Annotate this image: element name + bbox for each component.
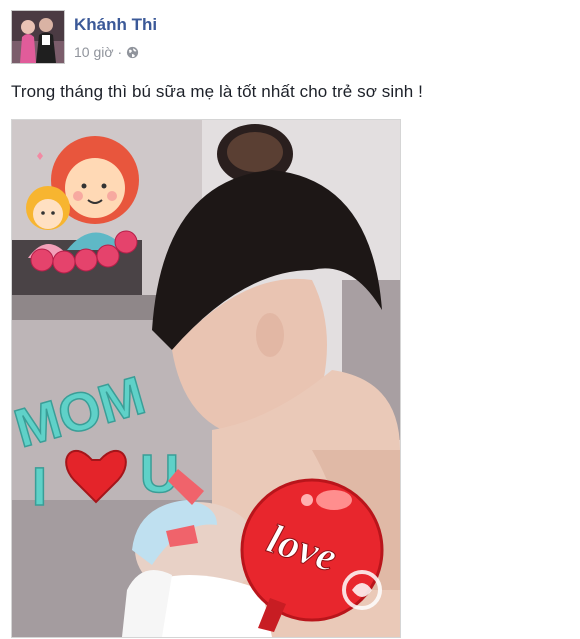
avatar[interactable] [11,10,65,64]
meta-separator: · [117,44,123,60]
author-name[interactable]: Khánh Thi [74,15,157,35]
post-caption: Trong tháng thì bú sữa mẹ là tốt nhất ch… [11,82,424,101]
post-time[interactable]: 10 giờ [74,44,114,60]
post-header: Khánh Thi 10 giờ · [11,10,551,66]
post-meta: 10 giờ · [74,44,139,60]
sticker-u-text: U [140,444,179,504]
sticker-i-text: I [32,457,47,517]
post-photo[interactable]: MOM I U love [11,119,401,638]
globe-icon[interactable] [126,46,139,59]
